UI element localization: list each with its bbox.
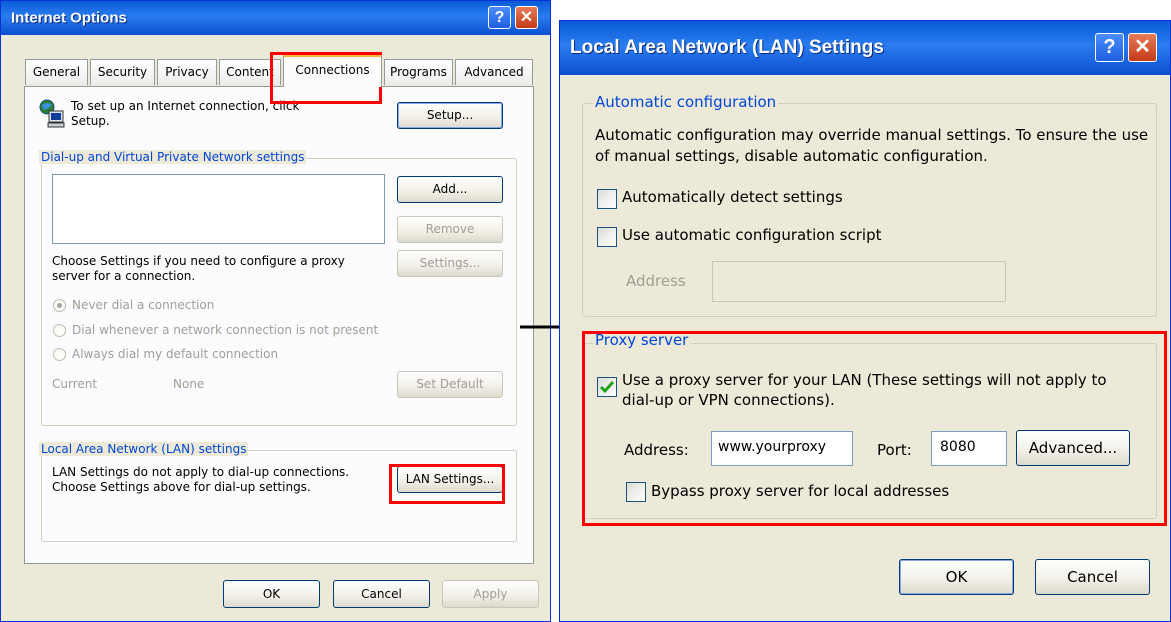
lan-description: LAN Settings do not apply to dial-up con…	[52, 465, 350, 494]
dialup-legend: Dial-up and Virtual Private Network sett…	[39, 150, 307, 164]
ok-button[interactable]: OK	[223, 580, 320, 608]
tab-advanced[interactable]: Advanced	[455, 59, 533, 85]
auto-address-label: Address	[626, 272, 686, 290]
lan-help-icon[interactable]: ?	[1095, 33, 1124, 62]
network-globe-icon	[39, 99, 65, 129]
lan-settings-title: Local Area Network (LAN) Settings	[570, 37, 884, 58]
cancel-button[interactable]: Cancel	[333, 580, 430, 608]
tab-connections-label: Connections	[295, 63, 370, 77]
tab-privacy[interactable]: Privacy	[157, 59, 217, 85]
add-button[interactable]: Add...	[397, 176, 503, 203]
radio-never-dial[interactable]	[53, 299, 66, 312]
auto-script-checkbox[interactable]	[597, 227, 617, 247]
internet-options-titlebar[interactable]: Internet Options ? ✕	[1, 1, 550, 35]
tab-privacy-label: Privacy	[165, 65, 209, 79]
lan-settings-highlight	[389, 464, 505, 504]
tab-connections[interactable]: Connections	[283, 55, 382, 87]
lan-settings-titlebar[interactable]: Local Area Network (LAN) Settings ? ✕	[560, 21, 1170, 75]
setup-button[interactable]: Setup...	[397, 102, 503, 129]
tab-advanced-label: Advanced	[464, 65, 524, 79]
connections-listbox[interactable]	[52, 174, 385, 244]
radio-dial-whenever[interactable]	[53, 324, 66, 337]
tab-programs-label: Programs	[390, 65, 447, 79]
internet-options-title: Internet Options	[11, 9, 127, 27]
auto-address-field[interactable]	[712, 261, 1006, 302]
auto-script-label: Use automatic configuration script	[622, 226, 882, 244]
set-default-button[interactable]: Set Default	[397, 371, 503, 398]
auto-config-description: Automatic configuration may override man…	[595, 126, 1149, 165]
tab-general[interactable]: General	[25, 59, 88, 85]
auto-detect-checkbox[interactable]	[597, 189, 617, 209]
remove-button[interactable]: Remove	[397, 216, 503, 243]
close-icon[interactable]: ✕	[515, 6, 538, 29]
tab-security-label: Security	[97, 65, 148, 79]
radio-always-dial-label: Always dial my default connection	[72, 347, 279, 361]
tab-content-label: Content	[226, 65, 274, 79]
tab-security[interactable]: Security	[90, 59, 155, 85]
radio-never-dial-label: Never dial a connection	[72, 298, 215, 312]
lan-ok-button[interactable]: OK	[899, 559, 1014, 595]
lan-close-icon[interactable]: ✕	[1128, 33, 1157, 62]
lan-settings-window: Local Area Network (LAN) Settings ? ✕ Au…	[559, 20, 1171, 622]
help-icon[interactable]: ?	[488, 6, 511, 29]
radio-always-dial[interactable]	[53, 348, 66, 361]
settings-button[interactable]: Settings...	[397, 250, 503, 277]
lan-cancel-button[interactable]: Cancel	[1035, 559, 1150, 595]
tab-programs[interactable]: Programs	[384, 59, 453, 85]
proxy-settings-hint: Choose Settings if you need to configure…	[52, 254, 345, 283]
proxy-server-highlight	[582, 331, 1167, 526]
auto-config-legend: Automatic configuration	[593, 93, 779, 111]
lan-legend: Local Area Network (LAN) settings	[39, 442, 249, 456]
current-value: None	[173, 377, 205, 391]
tab-general-label: General	[32, 65, 81, 79]
apply-button[interactable]: Apply	[442, 580, 539, 608]
auto-detect-label: Automatically detect settings	[622, 188, 843, 206]
current-label: Current	[52, 377, 98, 391]
radio-dial-whenever-label: Dial whenever a network connection is no…	[72, 323, 379, 337]
